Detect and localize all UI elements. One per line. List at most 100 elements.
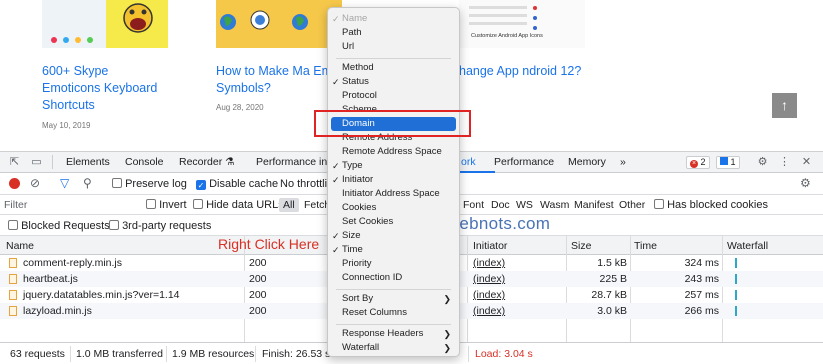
- preserve-log-checkbox[interactable]: Preserve log: [112, 178, 187, 190]
- menu-item-waterfall[interactable]: Waterfall ❯: [328, 341, 459, 355]
- request-size: 225 B: [599, 273, 627, 285]
- device-toolbar-icon[interactable]: ▭: [30, 156, 43, 169]
- post-thumbnail[interactable]: [42, 0, 168, 48]
- menu-item-protocol[interactable]: Protocol: [328, 89, 459, 103]
- menu-item-initiator-address-space[interactable]: Initiator Address Space: [328, 187, 459, 201]
- checkbox[interactable]: [193, 199, 203, 209]
- post-card-skype[interactable]: 600+ Skype Emoticons Keyboard Shortcuts …: [42, 0, 168, 140]
- type-filter-all[interactable]: All: [279, 198, 299, 212]
- tab-elements[interactable]: Elements: [66, 156, 110, 168]
- script-file-icon: [9, 290, 17, 300]
- menu-item-url[interactable]: Url: [328, 40, 459, 54]
- disable-cache-checkbox[interactable]: ✓ Disable cache: [196, 178, 278, 190]
- request-initiator[interactable]: (index): [473, 273, 505, 285]
- checkbox[interactable]: [654, 199, 664, 209]
- divider: [52, 155, 53, 169]
- menu-item-remote-address-space[interactable]: Remote Address Space: [328, 145, 459, 159]
- throttling-select[interactable]: No throttlin: [280, 178, 333, 190]
- menu-item-cookies[interactable]: Cookies: [328, 201, 459, 215]
- invert-checkbox[interactable]: Invert: [146, 199, 187, 211]
- record-button[interactable]: [9, 178, 20, 189]
- menu-item-label: Connection ID: [342, 272, 403, 283]
- finish-time: Finish: 26.53 s: [262, 348, 331, 360]
- menu-item-set-cookies[interactable]: Set Cookies: [328, 215, 459, 229]
- more-tabs-button[interactable]: »: [620, 156, 626, 168]
- type-filter-font[interactable]: Font: [459, 198, 488, 212]
- column-name[interactable]: Name: [6, 240, 34, 252]
- errors-badge[interactable]: × 2: [686, 156, 710, 169]
- tab-memory[interactable]: Memory: [568, 156, 606, 168]
- has-blocked-cookies-checkbox[interactable]: Has blocked cookies: [654, 199, 768, 211]
- menu-item-type[interactable]: ✓ Type: [328, 159, 459, 173]
- column-time[interactable]: Time: [634, 240, 657, 252]
- menu-item-label: Waterfall: [342, 342, 380, 353]
- menu-item-label: Cookies: [342, 202, 377, 213]
- type-filter-other[interactable]: Other: [615, 198, 649, 212]
- issues-badge[interactable]: 1: [716, 156, 740, 169]
- waterfall-bar: [735, 290, 737, 300]
- menu-item-reset-columns[interactable]: Reset Columns: [328, 306, 459, 320]
- menu-item-sort-by[interactable]: Sort By ❯: [328, 292, 459, 306]
- menu-item-size[interactable]: ✓ Size: [328, 229, 459, 243]
- checkbox[interactable]: [146, 199, 156, 209]
- post-title[interactable]: 600+ Skype Emoticons Keyboard Shortcuts: [42, 63, 168, 114]
- checkmark-icon: ✓: [332, 175, 340, 185]
- filter-input[interactable]: [4, 198, 136, 212]
- menu-item-path[interactable]: Path: [328, 26, 459, 40]
- menu-item-priority[interactable]: Priority: [328, 257, 459, 271]
- menu-item-time[interactable]: ✓ Time: [328, 243, 459, 257]
- request-initiator[interactable]: (index): [473, 257, 505, 269]
- type-filter-wasm[interactable]: Wasm: [536, 198, 573, 212]
- request-initiator[interactable]: (index): [473, 305, 505, 317]
- highlight-box: [314, 110, 471, 137]
- post-thumbnail[interactable]: [216, 0, 342, 48]
- clear-icon[interactable]: ⊘: [30, 176, 40, 190]
- hide-data-urls-checkbox[interactable]: Hide data URLs: [193, 199, 284, 211]
- search-icon[interactable]: ⚲: [83, 176, 92, 190]
- menu-item-status[interactable]: ✓ Status: [328, 75, 459, 89]
- type-filter-manifest[interactable]: Manifest: [570, 198, 618, 212]
- close-icon[interactable]: ✕: [800, 156, 813, 169]
- menu-item-label: Path: [342, 27, 362, 38]
- request-size: 1.5 kB: [597, 257, 627, 269]
- tab-performance[interactable]: Performance: [494, 156, 554, 168]
- checkbox-checked[interactable]: ✓: [196, 180, 206, 190]
- post-thumbnail[interactable]: Customize Android App Icons: [459, 0, 585, 48]
- post-title[interactable]: hange App ndroid 12?: [459, 63, 585, 80]
- request-status: 200: [249, 289, 267, 301]
- tab-performance-insights[interactable]: Performance ins: [256, 156, 332, 168]
- menu-item-name[interactable]: ✓ Name: [328, 12, 459, 26]
- request-time: 266 ms: [684, 305, 719, 317]
- tab-recorder[interactable]: Recorder ⚗: [179, 156, 235, 168]
- gear-icon[interactable]: ⚙: [756, 156, 769, 169]
- issues-count: 1: [730, 157, 736, 167]
- menu-item-initiator[interactable]: ✓ Initiator: [328, 173, 459, 187]
- post-card-android[interactable]: Customize Android App Icons hange App nd…: [459, 0, 585, 140]
- network-settings-icon[interactable]: ⚙: [800, 176, 811, 190]
- menu-item-label: Initiator Address Space: [342, 188, 440, 199]
- checkbox[interactable]: [109, 220, 119, 230]
- third-party-checkbox[interactable]: 3rd-party requests: [109, 220, 211, 232]
- tab-network[interactable]: ork: [461, 156, 476, 168]
- column-size[interactable]: Size: [571, 240, 591, 252]
- checkbox[interactable]: [112, 178, 122, 188]
- filter-icon[interactable]: ▽: [60, 176, 69, 190]
- inspect-element-icon[interactable]: ⇱: [8, 156, 21, 169]
- checkmark-icon: ✓: [332, 231, 340, 241]
- request-status: 200: [249, 257, 267, 269]
- column-initiator[interactable]: Initiator: [473, 240, 507, 252]
- blocked-requests-checkbox[interactable]: Blocked Requests: [8, 220, 110, 232]
- checkbox[interactable]: [8, 220, 18, 230]
- tab-console[interactable]: Console: [125, 156, 164, 168]
- more-menu-icon[interactable]: ⋮: [778, 156, 791, 169]
- script-file-icon: [9, 258, 17, 268]
- type-filter-doc[interactable]: Doc: [487, 198, 514, 212]
- menu-item-connection-id[interactable]: Connection ID: [328, 271, 459, 285]
- type-filter-ws[interactable]: WS: [512, 198, 537, 212]
- menu-item-response-headers[interactable]: Response Headers ❯: [328, 327, 459, 341]
- column-waterfall[interactable]: Waterfall: [727, 240, 768, 252]
- scroll-to-top-button[interactable]: ↑: [772, 93, 797, 118]
- request-initiator[interactable]: (index): [473, 289, 505, 301]
- menu-item-method[interactable]: Method: [328, 61, 459, 75]
- divider: [166, 346, 167, 362]
